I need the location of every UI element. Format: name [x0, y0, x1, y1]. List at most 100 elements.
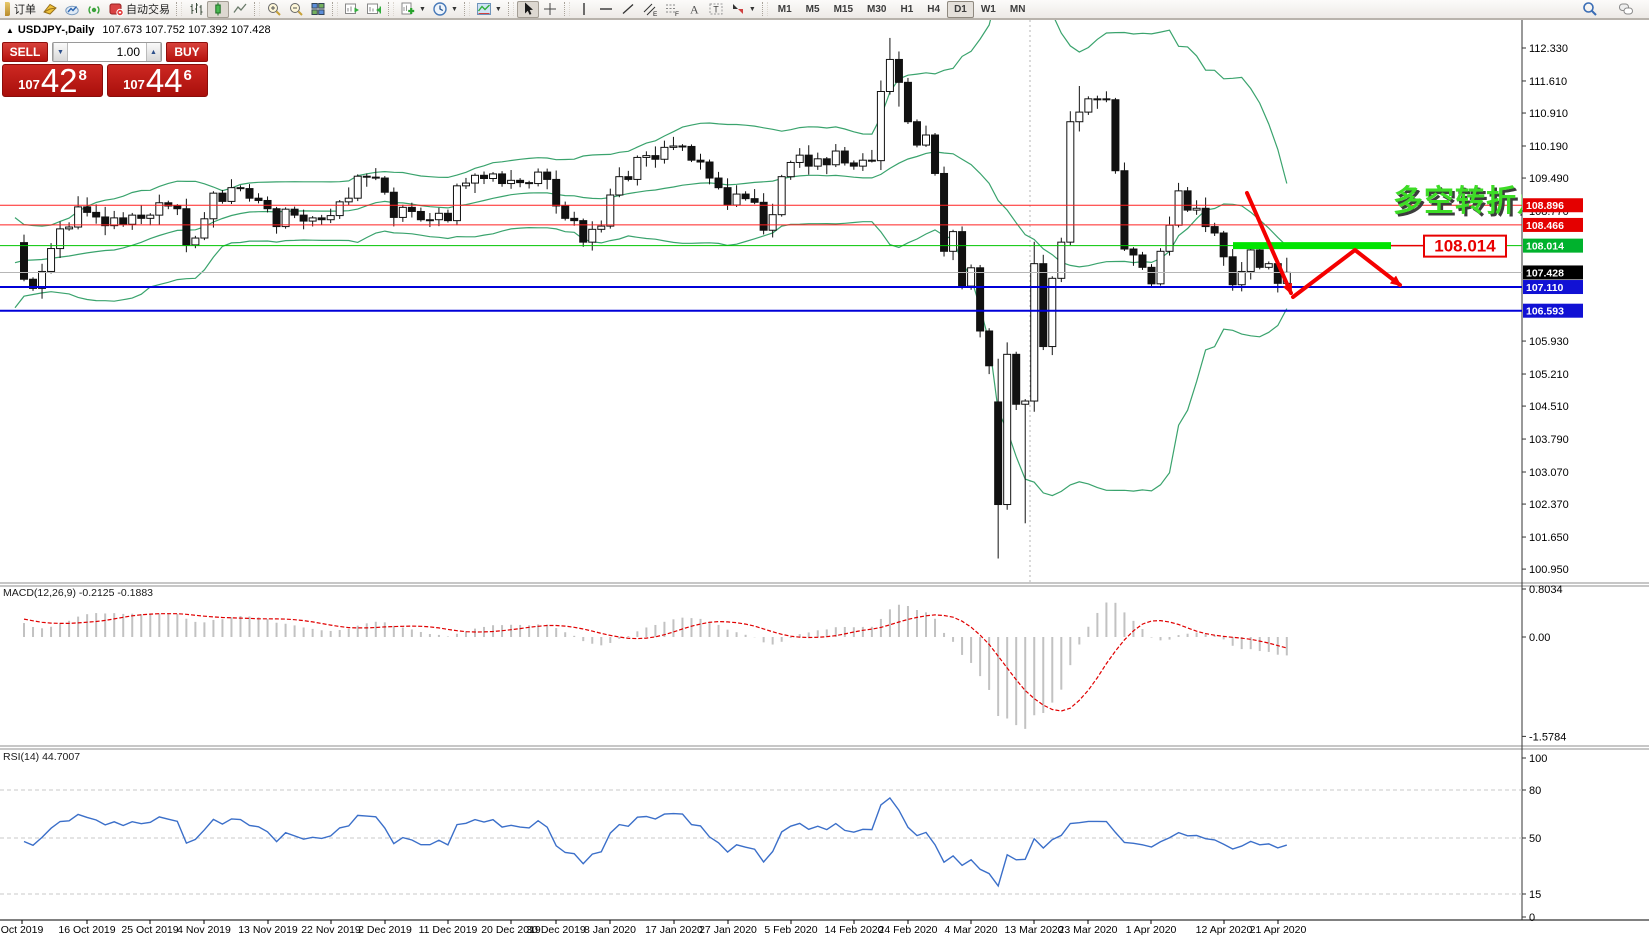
date-axis-label: 30 Dec 2019 — [526, 924, 586, 936]
price-badge-text: 108.896 — [1526, 200, 1564, 212]
trendline-tool-button[interactable] — [617, 1, 639, 18]
price-axis-tick: 112.330 — [1529, 43, 1568, 55]
candle — [625, 177, 632, 180]
sell-button[interactable]: SELL — [2, 42, 48, 62]
candle — [769, 215, 776, 231]
timeframe-m1-button[interactable]: M1 — [771, 1, 799, 18]
candle — [832, 151, 839, 165]
bar-chart-mode-button[interactable] — [185, 1, 207, 18]
new-chart-button[interactable]: ▼ — [397, 1, 429, 18]
price-axis-tick: 105.210 — [1529, 369, 1569, 381]
volume-increment-button[interactable]: ▲ — [146, 43, 161, 61]
candle — [1130, 249, 1137, 255]
candle — [886, 59, 893, 91]
timeframe-m30-button[interactable]: M30 — [860, 1, 893, 18]
date-axis-label: 1 Apr 2020 — [1126, 924, 1177, 936]
price-badge-text: 107.110 — [1526, 282, 1564, 294]
metatrader-window: { "toolbar": { "order_label": "订单", "aut… — [0, 0, 1649, 941]
candle — [679, 146, 686, 147]
search-button[interactable] — [1579, 1, 1601, 18]
chat-button[interactable] — [1615, 1, 1637, 18]
tile-windows-button[interactable] — [307, 1, 329, 18]
sell-price-display[interactable]: 107 42 8 — [2, 64, 103, 97]
timeframe-w1-button[interactable]: W1 — [974, 1, 1003, 18]
zoom-out-button[interactable] — [285, 1, 307, 18]
new-order-button[interactable]: 订单 — [2, 1, 39, 18]
toolbar-grip[interactable] — [762, 2, 768, 16]
candle — [192, 238, 199, 245]
svg-text:E: E — [653, 11, 658, 17]
chart-canvas[interactable]: 多空转折点多空转折点108.014112.330111.610110.91011… — [0, 19, 1649, 941]
rsi-axis-tick: 80 — [1529, 785, 1541, 797]
candle — [968, 268, 975, 286]
text-label-tool-button[interactable]: T — [705, 1, 727, 18]
support-bar-annotation[interactable] — [1233, 242, 1391, 249]
toolbar-grip[interactable] — [332, 2, 338, 16]
market-watch-button[interactable] — [39, 1, 61, 18]
arrows-icon — [730, 1, 746, 17]
timeframe-m15-button[interactable]: M15 — [827, 1, 860, 18]
autotrading-button[interactable]: 自动交易 — [105, 1, 173, 18]
candle — [300, 215, 307, 221]
buy-price-display[interactable]: 107 44 6 — [107, 64, 208, 97]
text-tool-button[interactable]: A — [683, 1, 705, 18]
arrows-tool-button[interactable]: ▼ — [727, 1, 759, 18]
periods-button[interactable]: ▼ — [429, 1, 461, 18]
candle — [562, 206, 569, 218]
trendline-icon — [620, 1, 636, 17]
indicators-button[interactable]: ▼ — [473, 1, 505, 18]
candle — [372, 177, 379, 178]
timeframe-h1-button[interactable]: H1 — [893, 1, 920, 18]
line-chart-mode-button[interactable] — [229, 1, 251, 18]
buy-button[interactable]: BUY — [166, 42, 208, 62]
candle — [309, 218, 316, 221]
timeframe-d1-button[interactable]: D1 — [947, 1, 974, 18]
chart-shift-button[interactable] — [363, 1, 385, 18]
date-axis-label: 21 Apr 2020 — [1250, 924, 1307, 936]
channel-tool-button[interactable]: E — [639, 1, 661, 18]
candle — [1040, 264, 1047, 347]
candlestick-mode-button[interactable] — [207, 1, 229, 18]
chat-bubbles-icon — [1618, 1, 1634, 17]
candle — [435, 213, 442, 219]
candle — [544, 172, 551, 179]
crosshair-tool-button[interactable] — [539, 1, 561, 18]
date-axis-label: 16 Oct 2019 — [58, 924, 115, 936]
toolbar-grip[interactable] — [254, 2, 260, 16]
publish-chart-button[interactable] — [61, 1, 83, 18]
candle — [21, 243, 28, 280]
toolbar-grip[interactable] — [464, 2, 470, 16]
one-click-toggle-icon[interactable]: ▲ — [6, 26, 14, 35]
toolbar-grip[interactable] — [508, 2, 514, 16]
volume-decrement-button[interactable]: ▼ — [53, 43, 68, 61]
timeframe-m5-button[interactable]: M5 — [799, 1, 827, 18]
candle — [796, 155, 803, 162]
horizontal-line-tool-button[interactable] — [595, 1, 617, 18]
zoom-in-icon — [266, 1, 282, 17]
date-axis-label: Oct 2019 — [1, 924, 44, 936]
volume-input[interactable]: 1.00 — [68, 43, 146, 61]
auto-scroll-button[interactable] — [341, 1, 363, 18]
candle — [444, 213, 451, 220]
candle — [336, 202, 343, 216]
toolbar-grip[interactable] — [564, 2, 570, 16]
rsi-indicator-label: RSI(14) 44.7007 — [3, 751, 80, 763]
candle — [1112, 100, 1119, 171]
zoom-in-button[interactable] — [263, 1, 285, 18]
cursor-tool-button[interactable] — [517, 1, 539, 18]
timeframe-mn-button[interactable]: MN — [1003, 1, 1033, 18]
candle — [1175, 191, 1182, 225]
timeframe-h4-button[interactable]: H4 — [920, 1, 947, 18]
candle — [210, 193, 217, 219]
bar-chart-icon — [188, 1, 204, 17]
toolbar-grip[interactable] — [176, 2, 182, 16]
equidistant-channel-icon: E — [642, 1, 658, 17]
vertical-line-tool-button[interactable] — [573, 1, 595, 18]
candle — [1031, 264, 1038, 401]
toolbar-grip[interactable] — [388, 2, 394, 16]
candle — [823, 159, 830, 165]
candle — [228, 188, 235, 202]
fibonacci-tool-button[interactable]: F — [661, 1, 683, 18]
text-label-icon: T — [708, 1, 724, 17]
signals-button[interactable] — [83, 1, 105, 18]
